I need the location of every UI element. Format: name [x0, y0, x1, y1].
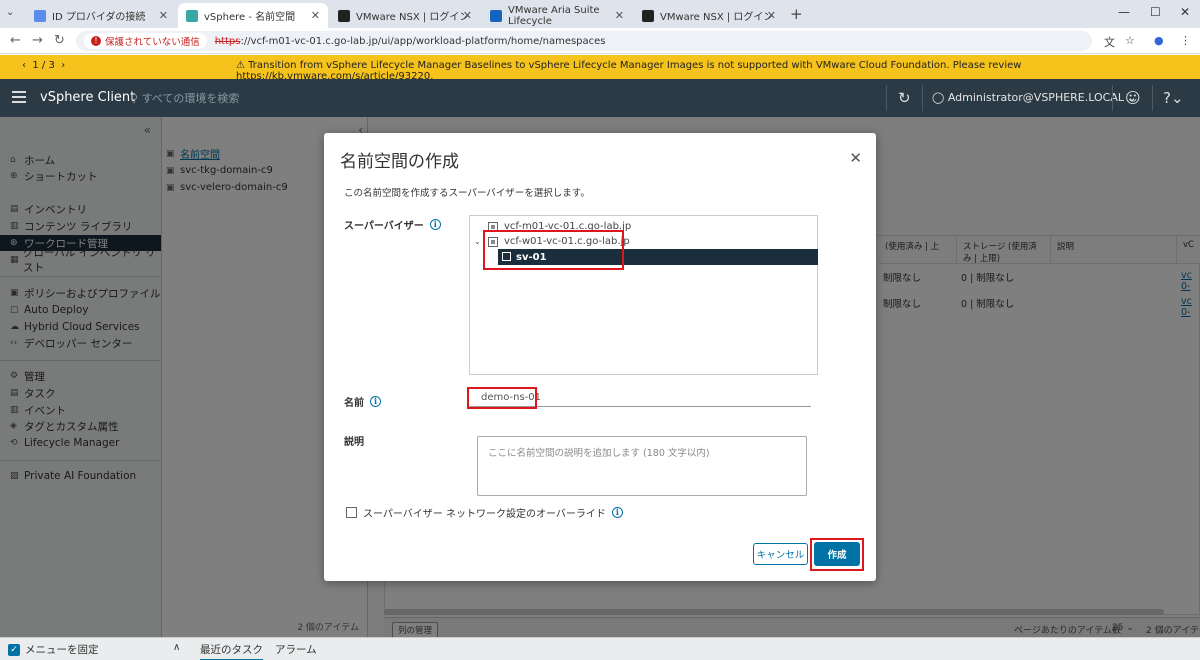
vcenter-icon — [488, 221, 498, 232]
tab-search-chevron-icon[interactable]: ⌄ — [6, 7, 14, 18]
vcenter-node-w01[interactable]: vcf-w01-vc-01.c.go-lab.jp — [488, 236, 630, 247]
tab-recent-tasks[interactable]: 最近のタスク — [200, 642, 263, 660]
browser-menu-icon[interactable]: ⋮ — [1180, 34, 1191, 47]
bookmark-star-icon[interactable]: ☆ — [1125, 34, 1135, 47]
dialog-title: 名前空間の作成 — [340, 152, 459, 172]
user-menu[interactable]: ◯ Administrator@VSPHERE.LOCAL ⌄ — [932, 91, 1137, 104]
url-text: https://vcf-m01-vc-01.c.go-lab.jp/ui/app… — [214, 35, 606, 47]
supervisor-label: スーパーバイザー i — [344, 217, 441, 232]
translate-icon[interactable]: 文 — [1104, 34, 1115, 50]
vcenter-icon — [488, 236, 498, 247]
hamburger-menu-icon[interactable] — [12, 91, 26, 103]
namespace-description-input[interactable] — [477, 436, 807, 496]
profile-icon[interactable]: ● — [1154, 34, 1164, 47]
aria-favicon-icon — [490, 9, 502, 22]
description-label: 説明 — [344, 437, 364, 448]
info-icon[interactable]: i — [429, 219, 441, 230]
help-icon[interactable]: ?⌄ — [1163, 89, 1184, 107]
create-button[interactable]: 作成 — [814, 542, 860, 566]
expand-tasks-icon[interactable]: ∧ — [173, 642, 180, 653]
close-icon[interactable]: ✕ — [311, 9, 320, 22]
dialog-instruction: この名前空間を作成するスーパーバイザーを選択します。 — [344, 188, 590, 199]
reload-icon[interactable]: ↻ — [54, 33, 65, 48]
vsphere-header: vSphere Client ⚲ すべての環境を検索 ↻ ◯ Administr… — [0, 79, 1200, 117]
info-icon[interactable]: i — [370, 396, 381, 407]
close-icon[interactable]: ✕ — [463, 9, 472, 22]
expand-chevron-icon[interactable]: ⌄ — [474, 237, 481, 246]
minimize-icon[interactable]: — — [1118, 5, 1130, 19]
create-namespace-dialog: 名前空間の作成 ✕ この名前空間を作成するスーパーバイザーを選択します。 スーパ… — [324, 133, 876, 581]
close-icon[interactable]: ✕ — [849, 149, 862, 167]
browser-tab-idp[interactable]: ID プロバイダの接続 ✕ — [26, 3, 176, 28]
supervisor-icon — [502, 252, 511, 261]
close-icon[interactable]: ✕ — [159, 9, 168, 22]
warning-icon: ! — [91, 36, 101, 46]
forward-arrow-icon[interactable]: → — [32, 33, 43, 48]
security-warning-chip[interactable]: ! 保護されていない通信 — [84, 33, 207, 49]
namespace-name-input[interactable] — [469, 389, 811, 407]
back-arrow-icon[interactable]: ← — [10, 33, 21, 48]
pin-menu-checkbox[interactable]: ✓ メニューを固定 — [8, 642, 99, 657]
supervisor-tree: vcf-m01-vc-01.c.go-lab.jp ⌄ vcf-w01-vc-0… — [469, 215, 818, 375]
browser-tab-nsx-2[interactable]: VMware NSX | ログイン ✕ — [634, 3, 784, 28]
vcenter-node-m01[interactable]: vcf-m01-vc-01.c.go-lab.jp — [488, 221, 631, 232]
window-close-icon[interactable]: ✕ — [1180, 5, 1190, 19]
close-icon[interactable]: ✕ — [767, 9, 776, 22]
browser-tabstrip: ⌄ ID プロバイダの接続 ✕ vSphere - 名前空間 ✕ VMware … — [0, 0, 1200, 28]
close-icon[interactable]: ✕ — [615, 9, 624, 22]
product-name: vSphere Client — [40, 90, 136, 105]
new-tab-plus-icon[interactable]: + — [790, 5, 803, 23]
supervisor-node-sv01[interactable]: sv-01 — [498, 249, 818, 265]
idp-favicon-icon — [34, 9, 46, 22]
browser-tab-nsx[interactable]: VMware NSX | ログイン ✕ — [330, 3, 480, 28]
info-icon[interactable]: i — [611, 507, 623, 518]
override-network-checkbox[interactable]: スーパーバイザー ネットワーク設定のオーバーライド i — [346, 505, 623, 520]
checkmark-icon: ✓ — [8, 643, 20, 656]
vsphere-favicon-icon — [186, 9, 198, 22]
global-search[interactable]: ⚲ すべての環境を検索 — [130, 90, 239, 106]
browser-tab-aria[interactable]: VMware Aria Suite Lifecycle ✕ — [482, 3, 632, 28]
tab-alarms[interactable]: アラーム — [275, 642, 317, 657]
nsx-favicon-icon — [338, 9, 350, 22]
browser-tab-vsphere[interactable]: vSphere - 名前空間 ✕ — [178, 3, 328, 28]
bottom-bar: ✓ メニューを固定 ∧ 最近のタスク アラーム — [0, 637, 1200, 660]
refresh-icon[interactable]: ↻ — [898, 89, 911, 107]
url-omnibox[interactable]: ! 保護されていない通信 https://vcf-m01-vc-01.c.go-… — [76, 31, 1092, 51]
name-label: 名前 i — [344, 394, 381, 409]
maximize-icon[interactable]: ☐ — [1150, 5, 1161, 19]
checkbox-icon[interactable] — [346, 507, 357, 518]
address-bar: ← → ↻ ! 保護されていない通信 https://vcf-m01-vc-01… — [0, 28, 1200, 54]
feedback-smiley-icon[interactable]: ☺ — [1125, 89, 1141, 107]
cancel-button[interactable]: キャンセル — [753, 543, 808, 565]
warning-banner: ‹ 1 / 3 › ⚠ Transition from vSphere Life… — [0, 55, 1200, 82]
banner-pager[interactable]: ‹ 1 / 3 › — [22, 60, 65, 71]
nsx-favicon-icon — [642, 9, 654, 22]
